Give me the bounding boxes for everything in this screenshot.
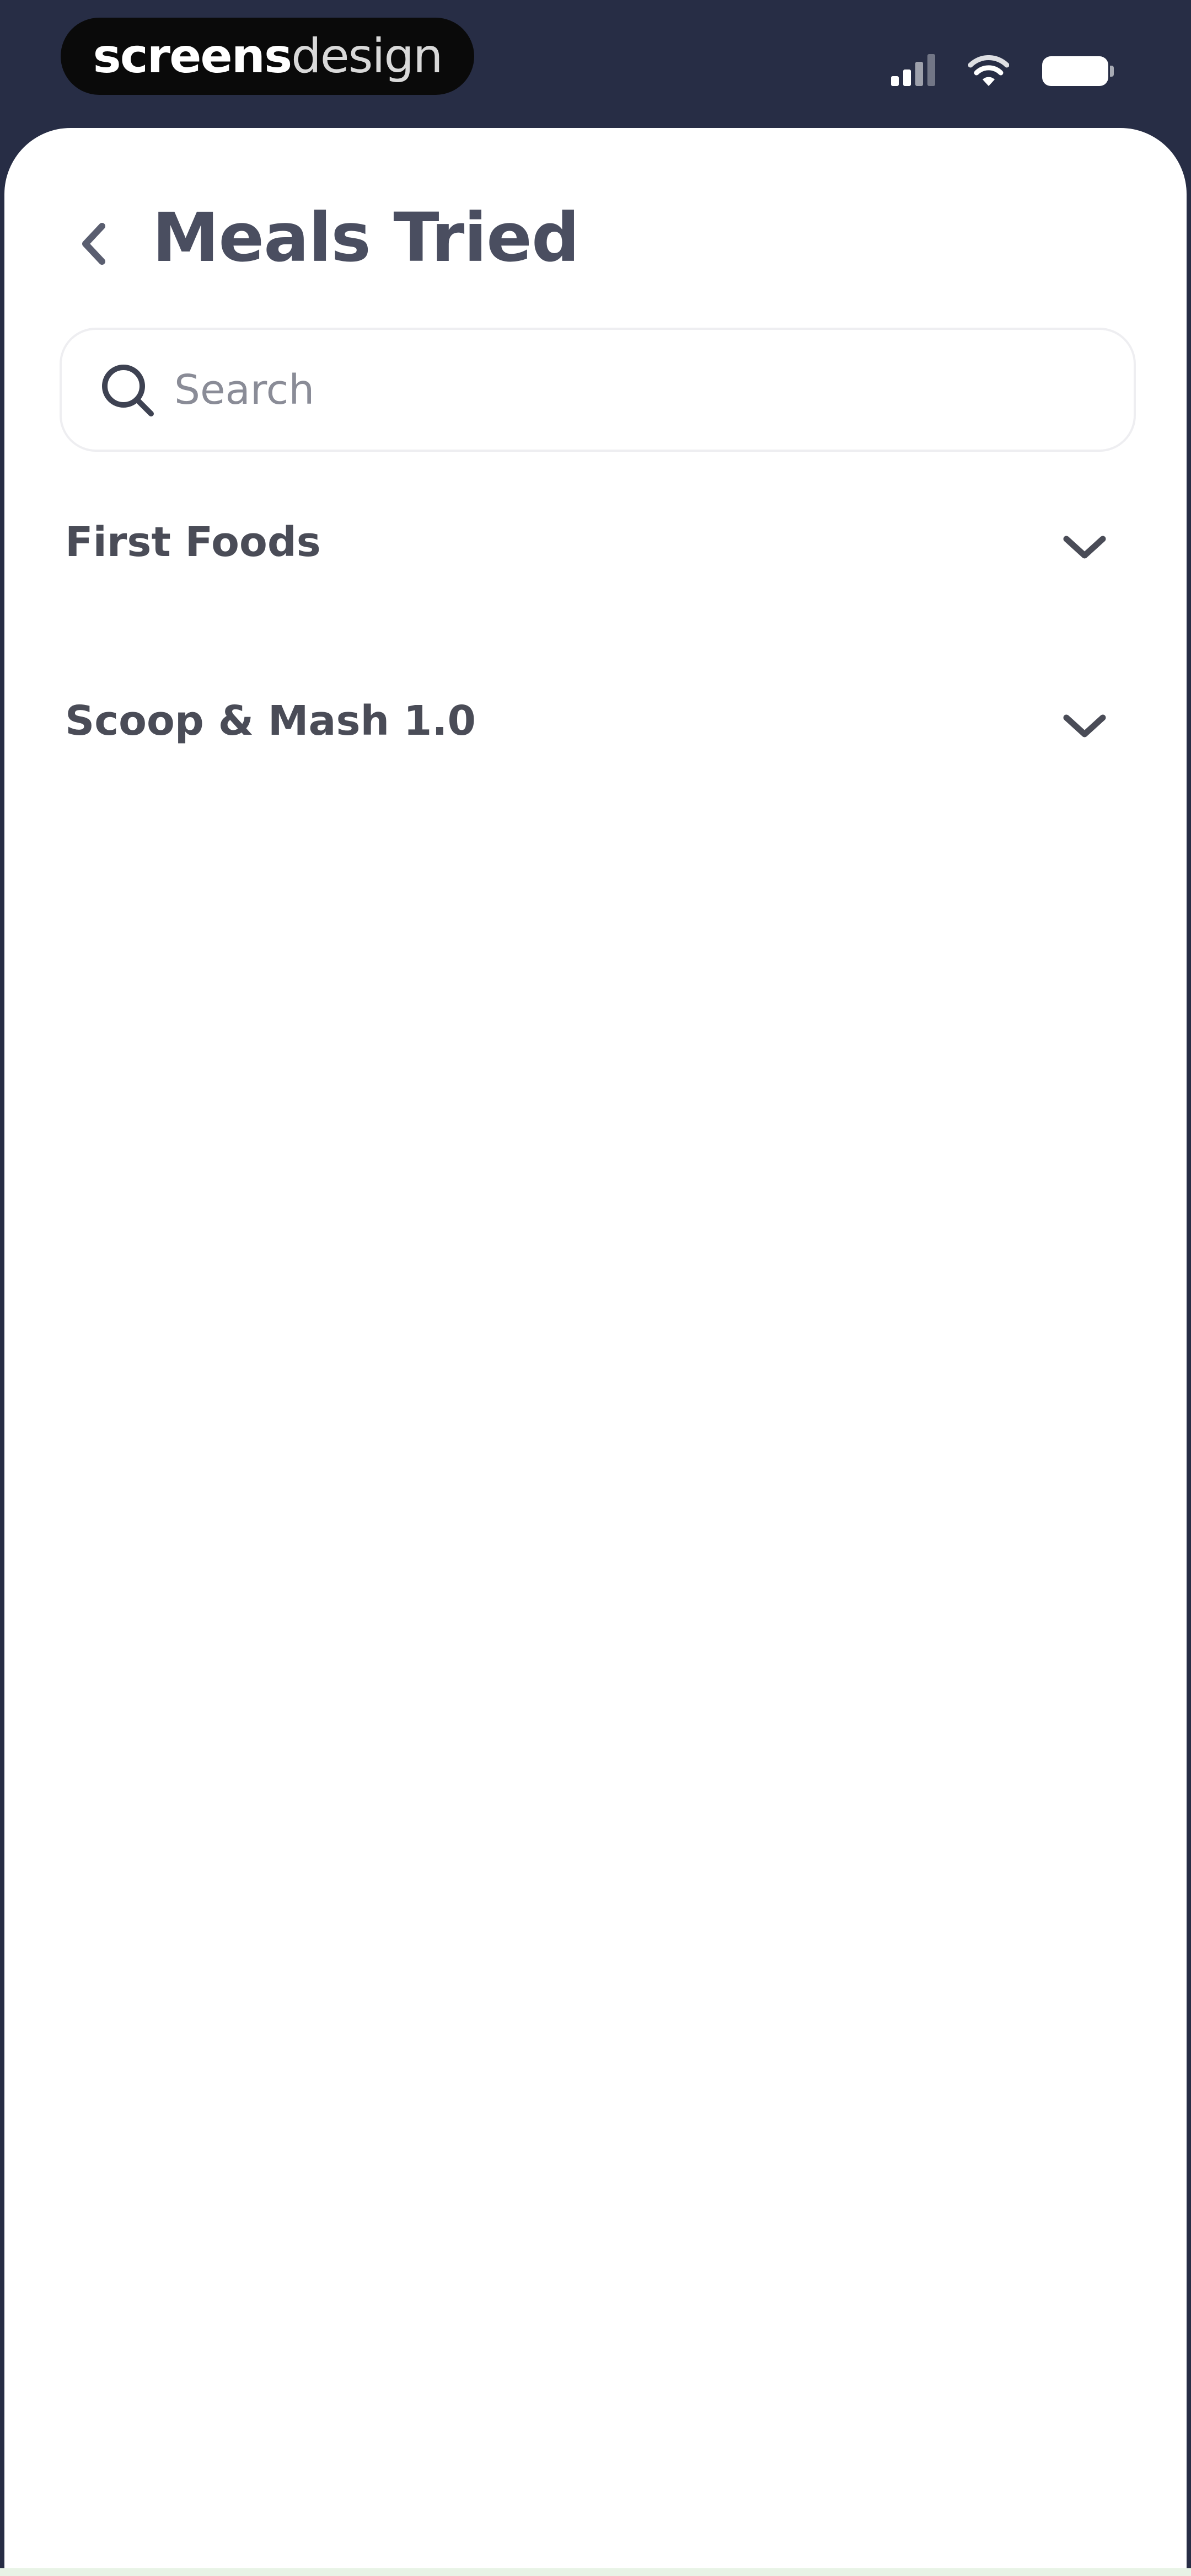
brand-text-light: design xyxy=(291,29,443,84)
search-icon xyxy=(97,360,158,420)
header: Meals Tried xyxy=(4,128,1187,293)
brand-text-bold: screens xyxy=(93,29,293,84)
brand-watermark: screens design xyxy=(61,18,474,95)
wifi-icon xyxy=(968,55,1009,86)
meals-tried-screen: Meals Tried First Foods Scoop & Mash 1.0 xyxy=(4,128,1187,2576)
battery-icon xyxy=(1042,56,1114,86)
bottom-edge xyxy=(0,2568,1191,2576)
chevron-down-icon[interactable] xyxy=(1054,516,1115,577)
chevron-down-icon[interactable] xyxy=(1054,695,1115,756)
search-input[interactable] xyxy=(174,348,1134,431)
status-icons xyxy=(891,51,1114,86)
section-label: First Foods xyxy=(65,519,321,566)
page-title: Meals Tried xyxy=(152,199,580,277)
chevron-left-icon xyxy=(82,223,105,265)
status-bar: screens design xyxy=(0,0,1191,130)
search-bar[interactable] xyxy=(60,328,1136,452)
section-label: Scoop & Mash 1.0 xyxy=(65,697,476,745)
section-first-foods[interactable]: First Foods xyxy=(4,492,1187,671)
back-button[interactable] xyxy=(60,205,126,282)
meal-sections: First Foods Scoop & Mash 1.0 xyxy=(4,492,1187,849)
section-scoop-and-mash[interactable]: Scoop & Mash 1.0 xyxy=(4,671,1187,849)
cellular-signal-icon xyxy=(891,53,935,86)
